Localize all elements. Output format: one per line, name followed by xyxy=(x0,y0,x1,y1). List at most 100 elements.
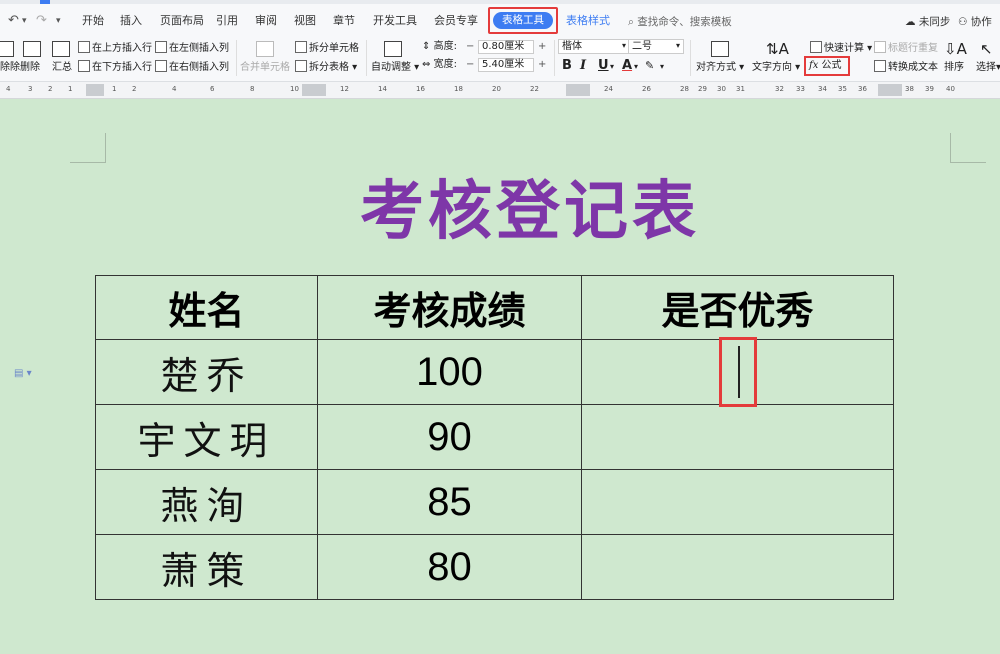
font-size-chevron-down-icon[interactable]: ▾ xyxy=(676,39,680,53)
insert-col-left-button[interactable]: 在左侧插入列 xyxy=(155,41,229,56)
insert-row-above-button[interactable]: 在上方插入行 xyxy=(78,41,152,56)
underline-icon[interactable]: U xyxy=(598,58,609,74)
tab-references[interactable]: 引用 xyxy=(216,8,238,34)
italic-icon[interactable]: I xyxy=(580,58,586,74)
name-cell[interactable]: 萧策 xyxy=(95,534,318,600)
auto-adjust-button[interactable]: 自动调整 ▾ xyxy=(371,61,419,75)
ruler-mark: 40 xyxy=(946,85,955,93)
tab-review[interactable]: 审阅 xyxy=(255,8,277,34)
split-table-label: 拆分表格 xyxy=(309,62,349,73)
document-tab-indicator xyxy=(40,0,50,4)
table-row: 燕洵 85 xyxy=(95,469,894,535)
ruler-mark: 14 xyxy=(378,85,387,93)
tab-view[interactable]: 视图 xyxy=(294,8,316,34)
table-row: 楚乔 100 xyxy=(95,339,894,405)
highlight-icon[interactable]: ✎ xyxy=(645,58,654,74)
ribbon-separator xyxy=(554,40,555,76)
split-table-icon xyxy=(295,60,307,72)
ruler-mark: 4 xyxy=(6,85,11,93)
excellent-cell[interactable] xyxy=(581,534,894,600)
height-input[interactable]: 0.80厘米 xyxy=(478,40,534,54)
header-name[interactable]: 姓名 xyxy=(95,275,318,340)
tab-page-layout[interactable]: 页面布局 xyxy=(160,8,204,34)
delete-button[interactable]: 删除 xyxy=(20,61,40,75)
tab-insert[interactable]: 插入 xyxy=(120,8,142,34)
insert-col-right-button[interactable]: 在右侧插入列 xyxy=(155,60,229,75)
merge-cells-button[interactable]: 合并单元格 xyxy=(240,61,290,75)
height-decrease[interactable]: − xyxy=(466,40,474,54)
summary-button[interactable]: 汇总 xyxy=(52,61,72,75)
paragraph-marker-icon[interactable]: ▤ ▾ xyxy=(14,368,32,379)
ruler-mark: 12 xyxy=(340,85,349,93)
ruler-mark: 4 xyxy=(172,85,177,93)
width-label: ⇔ 宽度: xyxy=(422,58,457,72)
header-repeat-button[interactable]: 标题行重复 xyxy=(874,41,938,56)
quick-calc-button[interactable]: 快速计算 ▾ xyxy=(810,41,872,56)
sync-status[interactable]: ☁ 未同步 xyxy=(905,14,950,30)
command-search[interactable]: ⌕ 查找命令、搜索模板 xyxy=(628,14,732,30)
document-canvas[interactable]: ▤ ▾ 考核登记表 姓名 考核成绩 是否优秀 楚乔 100 宇文玥 90 燕洵 … xyxy=(0,100,1000,654)
underline-chevron-down-icon[interactable]: ▾ xyxy=(610,60,614,74)
tab-chapter[interactable]: 章节 xyxy=(333,8,355,34)
convert-to-text-button[interactable]: 转换成文本 xyxy=(874,60,938,75)
font-name-chevron-down-icon[interactable]: ▾ xyxy=(622,39,626,53)
font-color-chevron-down-icon[interactable]: ▾ xyxy=(634,60,638,74)
score-cell[interactable]: 100 xyxy=(317,339,582,405)
insert-row-below-button[interactable]: 在下方插入行 xyxy=(78,60,152,75)
insert-col-left-label: 在左侧插入列 xyxy=(169,43,229,54)
ruler-margin-left xyxy=(86,84,104,96)
font-name-select[interactable]: 楷体 xyxy=(558,39,630,54)
score-cell[interactable]: 80 xyxy=(317,534,582,600)
score-cell[interactable]: 90 xyxy=(317,404,582,470)
insert-col-left-icon xyxy=(155,41,167,53)
table-header-row: 姓名 考核成绩 是否优秀 xyxy=(95,275,894,340)
split-cells-icon xyxy=(295,41,307,53)
sort-button[interactable]: 排序 xyxy=(944,61,964,75)
align-button[interactable]: 对齐方式 ▾ xyxy=(696,61,744,75)
sync-label: 未同步 xyxy=(918,16,951,28)
width-input[interactable]: 5.40厘米 xyxy=(478,58,534,72)
auto-adjust-label: 自动调整 xyxy=(371,62,411,73)
formula-button[interactable]: fx 公式 xyxy=(809,59,842,73)
header-excellent[interactable]: 是否优秀 xyxy=(581,275,894,340)
grade-table[interactable]: 姓名 考核成绩 是否优秀 楚乔 100 宇文玥 90 燕洵 85 萧策 80 xyxy=(95,275,894,600)
delete-partial-button[interactable]: 除除 xyxy=(0,61,20,75)
title-strip xyxy=(0,0,1000,4)
delete-table-icon xyxy=(23,41,41,57)
excellent-cell[interactable] xyxy=(581,404,894,470)
ruler-mark: 3 xyxy=(28,85,33,93)
split-cells-button[interactable]: 拆分单元格 xyxy=(295,41,359,56)
bold-icon[interactable]: B xyxy=(562,58,572,74)
text-cursor-highlight xyxy=(719,337,757,407)
name-cell[interactable]: 宇文玥 xyxy=(95,404,318,470)
width-increase[interactable]: + xyxy=(538,58,546,72)
select-button[interactable]: 选择▾ xyxy=(976,61,1000,75)
name-cell[interactable]: 燕洵 xyxy=(95,469,318,535)
name-cell[interactable]: 楚乔 xyxy=(95,339,318,405)
score-cell[interactable]: 85 xyxy=(317,469,582,535)
split-table-button[interactable]: 拆分表格 ▾ xyxy=(295,60,357,75)
tab-table-style[interactable]: 表格样式 xyxy=(566,8,610,34)
tab-table-tools[interactable]: 表格工具 xyxy=(493,12,553,29)
calculator-icon xyxy=(810,41,822,53)
header-score[interactable]: 考核成绩 xyxy=(317,275,582,340)
height-increase[interactable]: + xyxy=(538,40,546,54)
ruler-column-marker[interactable] xyxy=(566,84,590,96)
ruler-column-marker[interactable] xyxy=(302,84,326,96)
insert-row-above-label: 在上方插入行 xyxy=(92,43,152,54)
tab-home[interactable]: 开始 xyxy=(82,8,104,34)
ribbon-separator xyxy=(366,40,367,76)
text-direction-button[interactable]: 文字方向 ▾ xyxy=(752,61,800,75)
align-icon xyxy=(711,41,729,57)
ruler-mark: 36 xyxy=(858,85,867,93)
tab-developer[interactable]: 开发工具 xyxy=(373,8,417,34)
excellent-cell[interactable] xyxy=(581,469,894,535)
tab-member[interactable]: 会员专享 xyxy=(434,8,478,34)
font-color-icon[interactable]: A xyxy=(622,58,632,74)
text-direction-icon: ⇅A xyxy=(766,40,789,58)
width-decrease[interactable]: − xyxy=(466,58,474,72)
horizontal-ruler[interactable]: 4 3 2 1 1 2 4 6 8 10 12 14 16 18 20 22 2… xyxy=(0,82,1000,99)
ruler-mark: 24 xyxy=(604,85,613,93)
collaborate-button[interactable]: ⚇ 协作 xyxy=(958,14,992,30)
highlight-chevron-down-icon[interactable]: ▾ xyxy=(660,60,664,74)
